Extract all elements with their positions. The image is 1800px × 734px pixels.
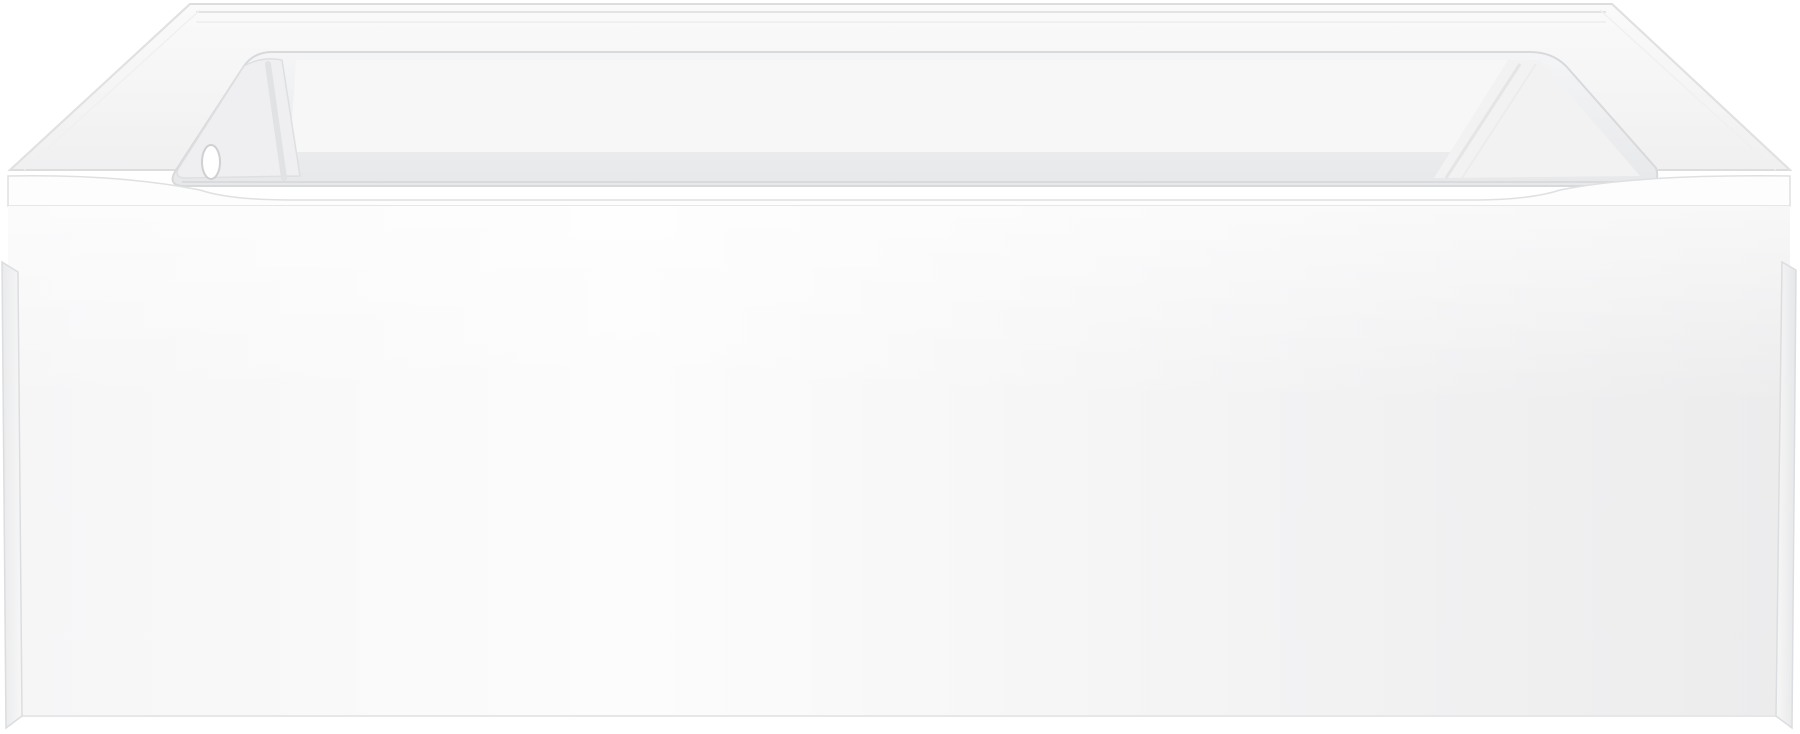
tub-basin	[171, 51, 1659, 187]
bathtub-illustration	[1, 3, 1797, 730]
product-photo	[0, 0, 1800, 734]
overflow-drain-hole	[201, 144, 221, 180]
left-side-flange	[1, 260, 23, 730]
tub-apron	[8, 206, 1790, 717]
